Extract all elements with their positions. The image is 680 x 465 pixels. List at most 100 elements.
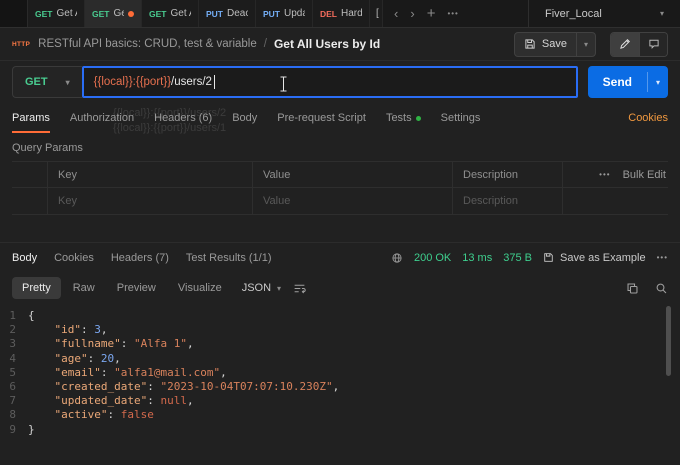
response-tools xyxy=(626,282,668,295)
wrap-text-icon xyxy=(294,284,306,293)
request-section-tab-headers[interactable]: Headers (6) xyxy=(154,103,212,133)
response-tab-cookies[interactable]: Cookies xyxy=(54,252,94,264)
partial-tab[interactable]: [ xyxy=(370,0,383,27)
new-tab-button[interactable]: + xyxy=(427,6,436,21)
code-token: , xyxy=(100,323,108,337)
key-input[interactable]: Key xyxy=(48,188,253,214)
request-section-tab-authorization[interactable]: Authorization xyxy=(70,103,134,133)
request-section-tab-params[interactable]: Params xyxy=(12,103,50,133)
tab-nav: ‹ › + ••• xyxy=(383,0,470,27)
save-as-example-button[interactable]: Save as Example xyxy=(543,252,646,264)
view-tab-visualize[interactable]: Visualize xyxy=(168,277,232,299)
edit-button[interactable] xyxy=(611,32,639,56)
code-token: : xyxy=(81,323,95,337)
code-token: "id" xyxy=(54,323,82,337)
tab-options-icon[interactable]: ••• xyxy=(447,9,458,18)
request-tab[interactable]: PUT Deactiv xyxy=(199,0,256,27)
response-body-code[interactable]: 1{2 "id": 3, 3 "fullname": "Alfa 1", 4 "ag… xyxy=(0,306,680,437)
environment-selector[interactable]: Fiver_Local ▾ xyxy=(528,0,680,27)
line-number: 2 xyxy=(9,323,16,337)
tab-title: Get All xyxy=(56,8,77,19)
view-tab-raw[interactable]: Raw xyxy=(63,277,105,299)
line-number: 3 xyxy=(9,337,16,351)
language-selector[interactable]: JSON ▾ xyxy=(242,282,281,294)
description-input[interactable]: Description xyxy=(453,188,563,214)
breadcrumb-collection[interactable]: RESTful API basics: CRUD, test & variabl… xyxy=(38,38,257,50)
request-tab[interactable]: GETGet Ac xyxy=(142,0,199,27)
tab-title: Deactiv xyxy=(227,8,248,19)
code-token: false xyxy=(120,408,154,422)
request-tab[interactable]: GETGet xyxy=(85,0,142,27)
copy-icon[interactable] xyxy=(626,282,639,295)
response-tab-headers[interactable]: Headers (7) xyxy=(111,252,169,264)
code-token: } xyxy=(28,422,35,436)
edit-comment-segment xyxy=(610,31,668,57)
save-options-chevron[interactable]: ▾ xyxy=(577,40,595,49)
save-button-main[interactable]: Save xyxy=(515,33,576,56)
tests-pass-dot xyxy=(415,115,421,121)
url-input[interactable]: {{local}}:{{port}}/users/2 xyxy=(81,66,578,98)
view-tab-preview[interactable]: Preview xyxy=(107,277,166,299)
response-section: Body Cookies Headers (7) Test Results (1/1)… xyxy=(0,242,680,437)
tab-method-label: GET xyxy=(92,8,110,19)
response-time[interactable]: 13 ms xyxy=(462,252,492,264)
chevron-down-icon: ▾ xyxy=(65,77,70,87)
code-token: "Alfa 1" xyxy=(133,337,187,351)
network-globe-icon[interactable] xyxy=(391,252,403,264)
value-input[interactable]: Value xyxy=(253,188,453,214)
bulk-edit-button[interactable]: Bulk Edit xyxy=(623,169,666,181)
request-tab[interactable]: DEL Hard D xyxy=(313,0,370,27)
response-tab-body[interactable]: Body xyxy=(12,252,37,264)
tab-title: Hard D xyxy=(341,8,362,19)
request-section-tab-body[interactable]: Body xyxy=(232,103,257,133)
breadcrumb-request-name: Get All Users by Id xyxy=(273,37,381,51)
tab-label: Tests xyxy=(385,112,412,124)
request-section-tab-strip: Params Authorization Headers (6) Body Pre-re… xyxy=(0,103,680,133)
request-tab[interactable]: PUT Update xyxy=(256,0,313,27)
table-more-icon[interactable]: ••• xyxy=(599,170,610,179)
search-icon[interactable] xyxy=(655,282,668,295)
line-number: 8 xyxy=(9,408,16,422)
response-size[interactable]: 375 B xyxy=(503,252,532,264)
send-options-chevron[interactable]: ▾ xyxy=(648,78,668,87)
tab-label: Params xyxy=(12,112,50,124)
scroll-tabs-left-icon[interactable]: ‹ xyxy=(394,7,398,20)
code-line: 9} xyxy=(0,423,680,437)
request-builder: GET ▾ {{local}}:{{port}}/users/2 Send ▾ xyxy=(0,61,680,103)
format-button[interactable] xyxy=(293,282,306,295)
request-tab[interactable]: GETGet All xyxy=(28,0,85,27)
method-selector[interactable]: GET ▾ xyxy=(12,66,82,98)
tab-title: Get Ac xyxy=(170,8,191,19)
save-icon xyxy=(544,253,553,262)
code-text: "age": 20, xyxy=(28,352,121,366)
code-token: 20 xyxy=(100,351,115,365)
sidebar-edge xyxy=(0,0,28,27)
table-row: Key Value Description xyxy=(12,188,668,215)
code-token: "email" xyxy=(54,365,101,379)
code-token: , xyxy=(186,337,194,351)
response-more-icon[interactable]: ••• xyxy=(657,253,668,262)
scroll-tabs-right-icon[interactable]: › xyxy=(410,7,414,20)
request-section-tab-settings[interactable]: Settings xyxy=(441,103,481,133)
view-tab-pretty[interactable]: Pretty xyxy=(12,277,61,299)
code-line: 7 "updated_date": null, xyxy=(0,394,680,408)
response-tab-test-results[interactable]: Test Results (1/1) xyxy=(186,252,272,264)
code-text: "updated_date": null, xyxy=(28,394,194,408)
query-params-title: Query Params xyxy=(12,142,83,154)
request-section-tab-tests[interactable]: Tests xyxy=(386,103,421,133)
send-button[interactable]: Send ▾ xyxy=(587,66,668,98)
status-badge[interactable]: 200 OK xyxy=(414,252,451,264)
tab-label: Settings xyxy=(440,112,481,124)
comments-button[interactable] xyxy=(639,32,667,56)
ibeam-cursor xyxy=(280,76,287,92)
cookies-link[interactable]: Cookies xyxy=(628,112,668,124)
response-tab-strip: Body Cookies Headers (7) Test Results (1/1) xyxy=(12,252,289,264)
request-section-tab-pre-request-script[interactable]: Pre-request Script xyxy=(277,103,366,133)
code-token: : xyxy=(147,394,161,408)
code-token: "alfa1@mail.com" xyxy=(114,365,221,379)
vertical-scrollbar[interactable] xyxy=(666,306,671,376)
save-button[interactable]: Save ▾ xyxy=(513,31,596,57)
